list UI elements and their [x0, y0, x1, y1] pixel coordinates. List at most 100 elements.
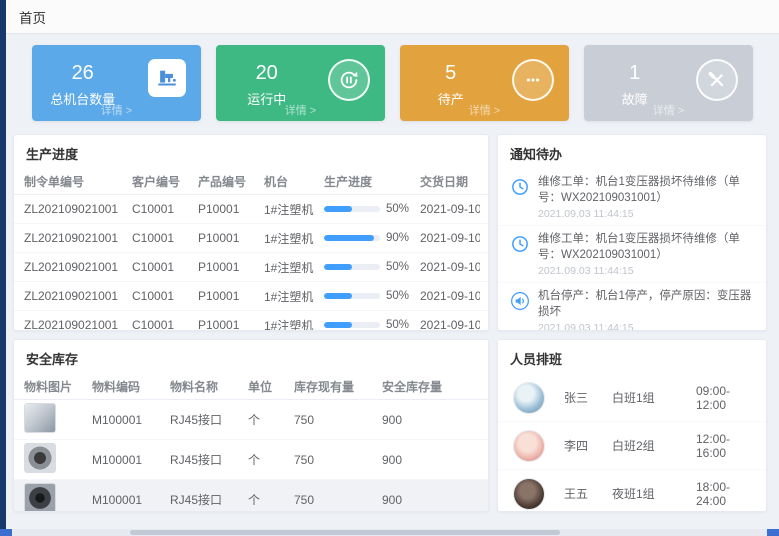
schedule-panel: 人员排班 张三 白班1组 09:00-12:00 李四	[497, 339, 767, 512]
material-name: RJ45接口	[170, 491, 248, 508]
column-header: 物料名称	[170, 378, 248, 395]
delivery-date: 2021-09-10	[420, 260, 480, 274]
detail-link[interactable]: 详情 >	[32, 102, 201, 118]
schedule-row: 张三 白班1组 09:00-12:00	[498, 374, 766, 422]
progress-cell: 90%	[324, 232, 420, 244]
column-header: 机台	[264, 173, 324, 190]
column-header: 安全库存量	[382, 378, 470, 395]
notice-text: 维修工单：机台1变压器损坏待维修（单号：WX202109031001）	[538, 175, 756, 206]
production-row[interactable]: ZL202109021001 C10001 P10001 1#注塑机 50% 2…	[14, 195, 488, 224]
product-number: P10001	[198, 260, 264, 274]
progress-fill	[324, 206, 352, 212]
delivery-date: 2021-09-10	[420, 318, 480, 331]
progress-percent: 50%	[386, 319, 409, 331]
production-row[interactable]: ZL202109021001 C10001 P10001 1#注塑机 50% 2…	[14, 282, 488, 311]
column-header: 客户编号	[132, 173, 198, 190]
order-number: ZL202109021001	[24, 289, 132, 303]
production-row[interactable]: ZL202109021001 C10001 P10001 1#注塑机 50% 2…	[14, 311, 488, 331]
stat-cards-row: 26 总机台数量 详情 > 20	[32, 45, 753, 121]
waiting-icon	[522, 69, 544, 91]
material-code: M100001	[92, 493, 170, 507]
page: 首页 26 总机台数量	[6, 0, 779, 536]
panels-grid: 生产进度 制令单编号客户编号产品编号机台生产进度交货日期 ZL202109021…	[13, 134, 772, 512]
progress-cell: 50%	[324, 261, 420, 273]
inventory-row[interactable]: M100001 RJ45接口 个 750 900	[14, 440, 488, 480]
detail-link[interactable]: 详情 >	[216, 102, 385, 118]
notice-item[interactable]: 维修工单：机台1变压器损坏待维修（单号：WX202109031001） 2021…	[498, 226, 766, 283]
order-number: ZL202109021001	[24, 231, 132, 245]
progress-bar	[324, 264, 380, 270]
column-header: 产品编号	[198, 173, 264, 190]
left-edge-strip	[0, 0, 6, 536]
detail-link[interactable]: 详情 >	[584, 102, 753, 118]
safety-quantity: 900	[382, 453, 470, 467]
shift-time: 12:00-16:00	[696, 432, 750, 460]
notice-body: 机台停产：机台1停产，停产原因：变压器损坏 2021.09.03 11:44:1…	[538, 289, 756, 331]
material-photo-cell	[24, 403, 92, 436]
production-row[interactable]: ZL202109021001 C10001 P10001 1#注塑机 90% 2…	[14, 224, 488, 253]
fault-icon	[706, 69, 728, 91]
stock-quantity: 750	[294, 493, 382, 507]
notice-text: 机台停产：机台1停产，停产原因：变压器损坏	[538, 289, 756, 320]
delivery-date: 2021-09-10	[420, 289, 480, 303]
clock-icon	[510, 234, 530, 254]
stock-quantity: 750	[294, 413, 382, 427]
material-photo-cell	[24, 483, 92, 512]
stat-card[interactable]: 20 运行中 详情 >	[216, 45, 385, 121]
avatar	[514, 383, 544, 413]
customer-number: C10001	[132, 260, 198, 274]
product-number: P10001	[198, 289, 264, 303]
dashboard-app: 首页 26 总机台数量	[0, 0, 779, 536]
product-number: P10001	[198, 318, 264, 331]
stat-card[interactable]: 26 总机台数量 详情 >	[32, 45, 201, 121]
stat-value: 20	[256, 63, 278, 83]
employee-name: 张三	[564, 389, 612, 406]
column-header: 物料编码	[92, 378, 170, 395]
progress-fill	[324, 293, 352, 299]
safety-quantity: 900	[382, 493, 470, 507]
scrollbar-thumb[interactable]	[130, 530, 560, 535]
notice-text: 维修工单：机台1变压器损坏待维修（单号：WX202109031001）	[538, 232, 756, 263]
production-row[interactable]: ZL202109021001 C10001 P10001 1#注塑机 50% 2…	[14, 253, 488, 282]
column-header: 制令单编号	[24, 173, 132, 190]
production-header-row: 制令单编号客户编号产品编号机台生产进度交货日期	[14, 169, 488, 195]
progress-fill	[324, 264, 352, 270]
detail-link[interactable]: 详情 >	[400, 102, 569, 118]
material-photo	[24, 403, 56, 433]
production-panel: 生产进度 制令单编号客户编号产品编号机台生产进度交货日期 ZL202109021…	[13, 134, 489, 331]
stat-card[interactable]: 1 故障 详情 >	[584, 45, 753, 121]
material-photo	[24, 483, 56, 512]
customer-number: C10001	[132, 202, 198, 216]
stat-card[interactable]: 5 待产 详情 >	[400, 45, 569, 121]
inventory-row[interactable]: M100001 RJ45接口 个 750 900	[14, 400, 488, 440]
stat-value: 1	[629, 63, 640, 83]
notice-timestamp: 2021.09.03 11:44:15	[538, 265, 756, 277]
shift-group: 白班2组	[612, 437, 696, 454]
schedule-title: 人员排班	[498, 340, 766, 374]
notices-title: 通知待办	[498, 135, 766, 169]
horizontal-scrollbar[interactable]	[0, 529, 779, 536]
progress-bar	[324, 206, 380, 212]
shift-group: 白班1组	[612, 389, 696, 406]
machine-icon	[156, 67, 178, 89]
top-bar: 首页	[6, 0, 779, 34]
progress-cell: 50%	[324, 203, 420, 215]
notice-icon-wrap	[510, 234, 530, 254]
stat-icon-wrap	[148, 59, 186, 97]
shift-time: 18:00-24:00	[696, 480, 750, 508]
column-header: 单位	[248, 378, 294, 395]
notice-item[interactable]: 机台停产：机台1停产，停产原因：变压器损坏 2021.09.03 11:44:1…	[498, 283, 766, 331]
progress-fill	[324, 322, 352, 328]
inventory-header-row: 物料图片物料编码物料名称单位库存现有量安全库存量	[14, 374, 488, 400]
notice-item[interactable]: 维修工单：机台1变压器损坏待维修（单号：WX202109031001） 2021…	[498, 169, 766, 226]
production-title: 生产进度	[14, 135, 488, 169]
inventory-row[interactable]: M100001 RJ45接口 个 750 900	[14, 480, 488, 512]
material-unit: 个	[248, 451, 294, 468]
notice-icon-wrap	[510, 177, 530, 197]
clock-icon	[510, 177, 530, 197]
shift-time: 09:00-12:00	[696, 384, 750, 412]
material-name: RJ45接口	[170, 451, 248, 468]
inventory-body: M100001 RJ45接口 个 750 900 M100001 RJ45接口 …	[14, 400, 488, 512]
order-number: ZL202109021001	[24, 202, 132, 216]
progress-cell: 50%	[324, 319, 420, 331]
